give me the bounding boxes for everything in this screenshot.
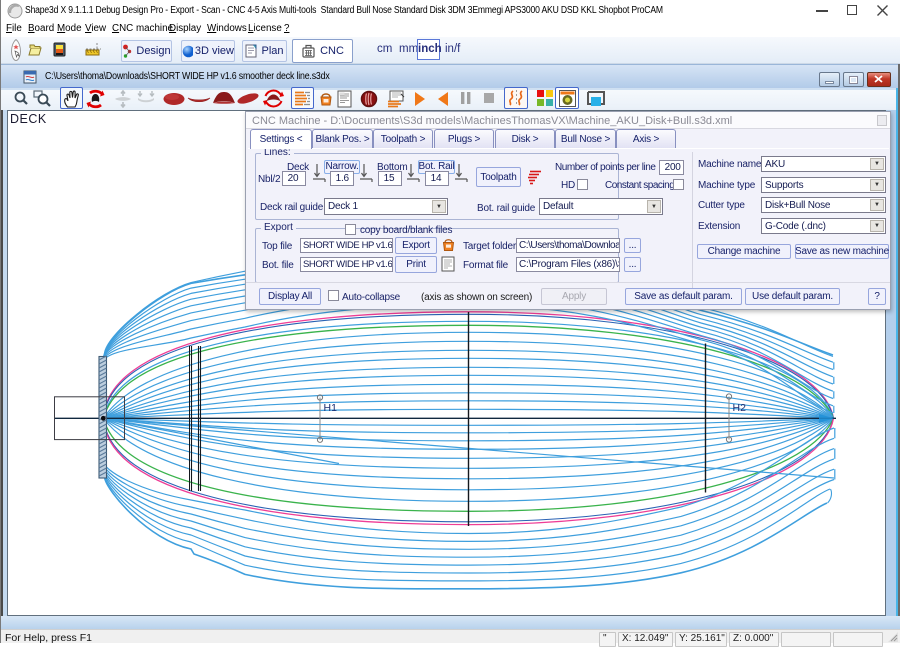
svg-text:H2: H2 [733, 402, 747, 414]
svg-text:H1: H1 [324, 402, 338, 414]
